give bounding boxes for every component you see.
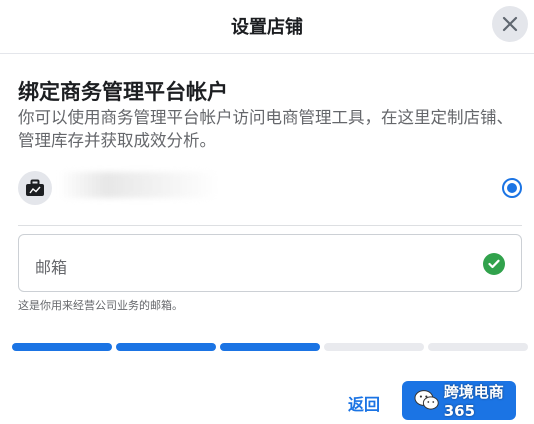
divider xyxy=(18,225,522,226)
briefcase-icon xyxy=(26,179,44,196)
progress-segment xyxy=(116,343,216,351)
section-description: 你可以使用商务管理平台帐户访问电商管理工具，在这里定制店铺、管理库存并获取成效分… xyxy=(18,108,513,150)
watermark-text: 跨境电商365 xyxy=(443,382,504,420)
business-account-option[interactable] xyxy=(18,170,524,206)
watermark: 跨境电商365 xyxy=(414,383,534,420)
progress-segment xyxy=(324,343,424,351)
close-icon xyxy=(502,16,518,32)
progress-segment xyxy=(428,343,528,351)
step-progress xyxy=(12,343,528,351)
checkmark-icon xyxy=(483,253,505,275)
radio-selected-dot xyxy=(507,183,517,193)
close-button[interactable] xyxy=(492,6,528,42)
section-title: 绑定商务管理平台帐户 xyxy=(18,80,228,104)
email-helper-text: 这是你用来经营公司业务的邮箱。 xyxy=(18,299,183,312)
progress-segment xyxy=(12,343,112,351)
dialog-title: 设置店铺 xyxy=(231,17,303,38)
email-field[interactable]: 邮箱 xyxy=(18,234,522,292)
email-label: 邮箱 xyxy=(35,258,68,277)
account-name-redacted xyxy=(58,172,218,198)
account-radio[interactable] xyxy=(502,178,522,198)
dialog-header: 设置店铺 xyxy=(0,0,534,54)
progress-segment xyxy=(220,343,320,351)
wechat-icon xyxy=(414,390,439,410)
account-avatar xyxy=(18,171,52,205)
back-button[interactable]: 返回 xyxy=(348,391,380,415)
